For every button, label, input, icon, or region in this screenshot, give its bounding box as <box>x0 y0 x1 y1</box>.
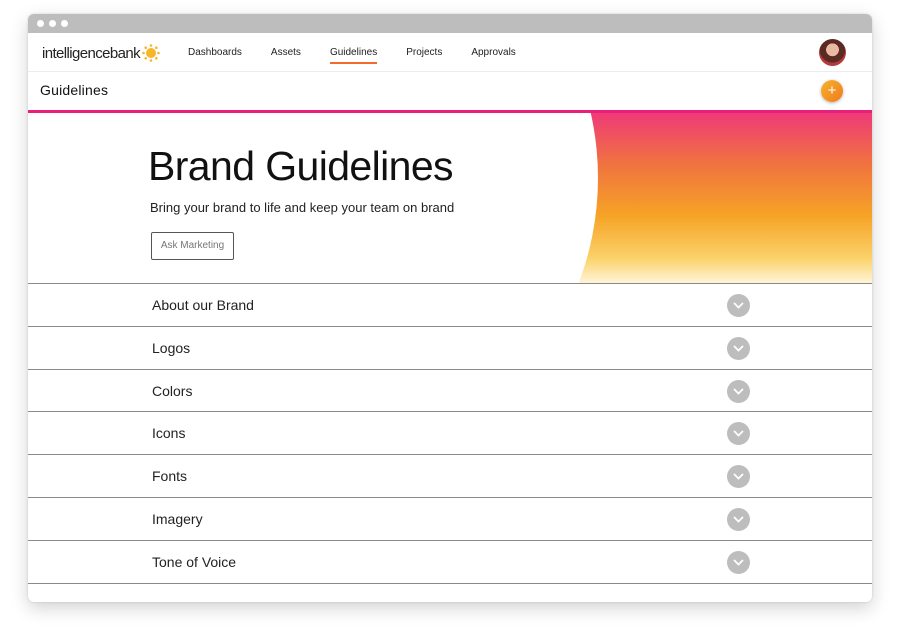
main-nav: Dashboards Assets Guidelines Projects Ap… <box>188 33 545 72</box>
window-minimize-dot[interactable] <box>49 20 56 27</box>
browser-window: intelligence bank Dashboards Assets Guid… <box>28 14 872 602</box>
section-tone-of-voice[interactable]: Tone of Voice <box>28 541 872 584</box>
nav-guidelines[interactable]: Guidelines <box>329 33 378 72</box>
brand-logo[interactable]: intelligence bank <box>42 44 160 62</box>
section-imagery[interactable]: Imagery <box>28 498 872 541</box>
sun-icon <box>142 44 160 62</box>
plus-icon: + <box>827 82 837 99</box>
chevron-down-icon[interactable] <box>727 465 750 489</box>
section-label: Logos <box>152 339 191 356</box>
section-about-our-brand[interactable]: About our Brand <box>28 284 872 327</box>
logo-text-intelligence: intelligence <box>42 44 110 62</box>
chevron-down-icon[interactable] <box>727 550 750 574</box>
section-label: Tone of Voice <box>152 553 237 570</box>
section-colors[interactable]: Colors <box>28 370 872 413</box>
chevron-down-icon[interactable] <box>727 379 750 403</box>
guideline-sections: About our Brand Logos Colors Icons Fonts… <box>28 284 872 584</box>
hero-banner: Brand Guidelines Bring your brand to lif… <box>28 113 872 284</box>
section-label: Fonts <box>152 468 188 485</box>
nav-assets[interactable]: Assets <box>271 33 301 72</box>
window-maximize-dot[interactable] <box>61 20 68 27</box>
top-navbar: intelligence bank Dashboards Assets Guid… <box>28 33 872 72</box>
window-close-dot[interactable] <box>37 20 44 27</box>
window-titlebar <box>28 14 872 33</box>
chevron-down-icon[interactable] <box>727 294 750 317</box>
nav-dashboards[interactable]: Dashboards <box>188 33 242 72</box>
page-subheader: Guidelines + <box>28 72 872 110</box>
chevron-down-icon[interactable] <box>727 336 750 360</box>
section-label: About our Brand <box>152 297 254 313</box>
section-label: Imagery <box>152 510 203 527</box>
section-icons[interactable]: Icons <box>28 412 872 456</box>
chevron-down-icon[interactable] <box>727 507 750 531</box>
hero-title: Brand Guidelines <box>148 143 454 189</box>
page-title: Guidelines <box>40 82 109 98</box>
add-button[interactable]: + <box>821 80 843 102</box>
section-logos[interactable]: Logos <box>28 327 872 370</box>
nav-projects[interactable]: Projects <box>406 33 442 72</box>
ask-marketing-button[interactable]: Ask Marketing <box>151 232 234 260</box>
nav-approvals[interactable]: Approvals <box>471 33 515 72</box>
user-avatar[interactable] <box>819 39 846 66</box>
logo-text-bank: bank <box>109 44 141 62</box>
hero-subtitle: Bring your brand to life and keep your t… <box>150 200 455 215</box>
section-fonts[interactable]: Fonts <box>28 455 872 498</box>
section-label: Colors <box>152 382 193 399</box>
chevron-down-icon[interactable] <box>727 422 750 446</box>
section-label: Icons <box>152 425 186 442</box>
hero-white-curve <box>28 113 598 283</box>
